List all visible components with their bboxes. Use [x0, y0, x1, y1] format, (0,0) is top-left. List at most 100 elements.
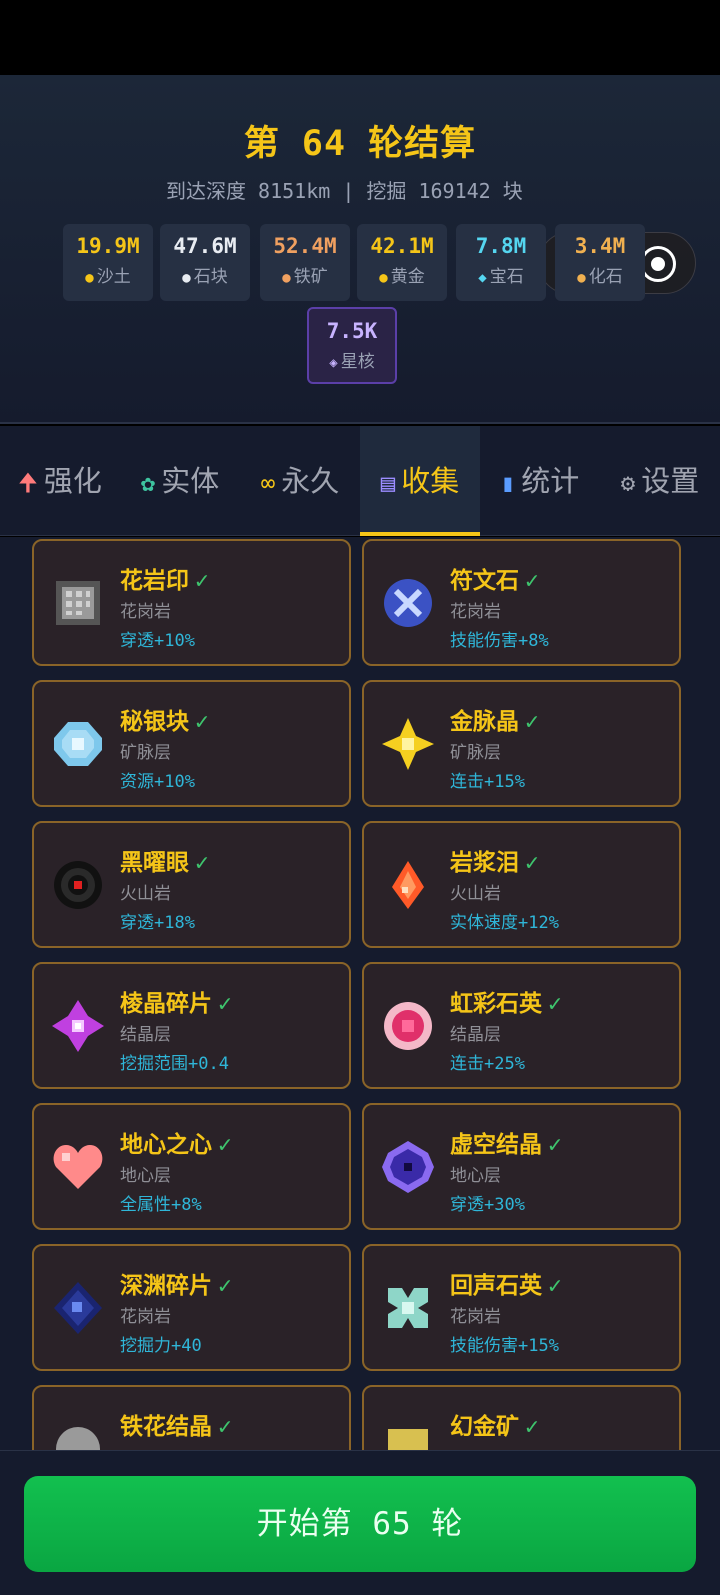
collection-layer: 火山岩	[120, 884, 171, 904]
collected-check-icon: ✓	[218, 1414, 232, 1440]
collection-name: 符文石 ✓	[450, 561, 539, 595]
sand-icon: ●	[85, 270, 94, 286]
resource-label-text: 铁矿	[293, 267, 328, 287]
collected-check-icon: ✓	[195, 709, 209, 735]
list-icon: ▤	[380, 469, 396, 497]
collection-layer: 矿脉层	[450, 743, 501, 763]
stone-icon: ●	[182, 270, 191, 286]
collection-card[interactable]: 虹彩石英 ✓ 结晶层 连击+25%	[362, 962, 681, 1089]
collection-card[interactable]: 秘银块 ✓ 矿脉层 资源+10%	[32, 680, 351, 807]
rune-stone-icon	[380, 575, 436, 631]
collection-bonus: 技能伤害+8%	[450, 631, 549, 651]
tab-label: 统计	[521, 464, 580, 498]
collection-bonus: 穿透+10%	[120, 631, 195, 651]
collection-card[interactable]: 铁花结晶 ✓	[32, 1385, 351, 1450]
resource-sand: 19.9M ● 沙土	[63, 224, 153, 301]
collection-name: 棱晶碎片 ✓	[120, 984, 232, 1018]
start-next-round-button[interactable]: 开始第 65 轮	[24, 1476, 696, 1572]
collection-bonus: 穿透+18%	[120, 913, 195, 933]
page-title: 第 64 轮结算	[243, 124, 477, 164]
collected-check-icon: ✓	[525, 709, 539, 735]
collection-layer: 地心层	[450, 1166, 501, 1186]
status-bar	[0, 0, 720, 75]
collection-bonus: 全属性+8%	[120, 1195, 202, 1215]
resource-value: 42.1M	[370, 234, 434, 258]
resource-label: ● 沙土	[63, 262, 153, 287]
collection-card[interactable]: 幻金矿 ✓	[362, 1385, 681, 1450]
collection-name-text: 幻金矿	[450, 1414, 519, 1440]
collection-list[interactable]: 花岩印 ✓ 花岗岩 穿透+10% 符文石 ✓ 花岗岩 技能伤害+8% 秘银块 ✓ 矿脉层 资源+10%…	[0, 537, 720, 1450]
collected-check-icon: ✓	[218, 991, 232, 1017]
collection-name: 岩浆泪 ✓	[450, 843, 539, 877]
collection-name-text: 铁花结晶	[120, 1414, 212, 1440]
resource-label-text: 化石	[588, 267, 623, 287]
collection-card[interactable]: 黑曜眼 ✓ 火山岩 穿透+18%	[32, 821, 351, 948]
void-crystal-icon	[380, 1139, 436, 1195]
collection-name-text: 棱晶碎片	[120, 991, 212, 1017]
collection-name: 花岩印 ✓	[120, 561, 209, 595]
collection-name-text: 岩浆泪	[450, 850, 519, 876]
infinity-icon: ∞	[260, 469, 276, 497]
collection-name-text: 符文石	[450, 568, 519, 594]
collection-layer: 火山岩	[450, 884, 501, 904]
fossil-icon: ●	[577, 270, 586, 286]
tab-settings[interactable]: ⚙ 设置	[600, 426, 720, 536]
tab-label: 设置	[641, 464, 700, 498]
collected-check-icon: ✓	[548, 991, 562, 1017]
resource-value: 52.4M	[273, 234, 337, 258]
collection-layer: 花岗岩	[450, 602, 501, 622]
collection-name: 地心之心 ✓	[120, 1125, 232, 1159]
collection-card[interactable]: 虚空结晶 ✓ 地心层 穿透+30%	[362, 1103, 681, 1230]
tab-arrow-up[interactable]: 🠉 强化	[0, 426, 120, 536]
tab-gear-green[interactable]: ✿ 实体	[120, 426, 240, 536]
collection-card[interactable]: 金脉晶 ✓ 矿脉层连击+15%	[362, 680, 681, 807]
collection-bonus: 连击+25%	[450, 1054, 525, 1074]
phantom-gold-ore-icon	[380, 1421, 436, 1450]
resource-label-text: 沙土	[96, 267, 131, 287]
collected-check-icon: ✓	[525, 1414, 539, 1440]
resource-label: ● 铁矿	[260, 262, 350, 287]
resource-gem: 7.8M ◆ 宝石	[456, 224, 546, 301]
collection-card[interactable]: 岩浆泪 ✓ 火山岩 实体速度+12%	[362, 821, 681, 948]
collected-check-icon: ✓	[218, 1273, 232, 1299]
collection-layer: 花岗岩	[120, 602, 171, 622]
iron-flower-crystal-icon	[50, 1421, 106, 1450]
collection-card[interactable]: 深渊碎片 ✓ 花岗岩 挖掘力+40	[32, 1244, 351, 1371]
collection-card[interactable]: 花岩印 ✓ 花岗岩穿透+10%	[32, 539, 351, 666]
collection-card[interactable]: 符文石 ✓ 花岗岩技能伤害+8%	[362, 539, 681, 666]
collected-check-icon: ✓	[548, 1273, 562, 1299]
resource-value: 7.5K	[326, 319, 378, 343]
collection-card[interactable]: 棱晶碎片 ✓ 结晶层 挖掘范围+0.4	[32, 962, 351, 1089]
resource-star-core: 7.5K ◈ 星核	[307, 307, 397, 384]
iron-ore-icon: ●	[282, 270, 291, 286]
collected-check-icon: ✓	[218, 1132, 232, 1158]
collection-name-text: 金脉晶	[450, 709, 519, 735]
close-target-icon[interactable]	[640, 246, 676, 282]
collection-card[interactable]: 回声石英 ✓ 花岗岩 技能伤害+15%	[362, 1244, 681, 1371]
depth-summary: 到达深度 8151km | 挖掘 169142 块	[166, 179, 523, 203]
prism-shard-icon	[50, 998, 106, 1054]
iridescent-quartz-icon	[380, 998, 436, 1054]
bar-chart-icon: ▮	[500, 469, 516, 497]
gold-icon: ●	[379, 270, 388, 286]
abyss-shard-icon	[50, 1280, 106, 1336]
tab-infinity[interactable]: ∞ 永久	[240, 426, 360, 536]
resource-label-text: 宝石	[489, 267, 524, 287]
settings-icon: ⚙	[620, 469, 636, 497]
tab-bar-chart[interactable]: ▮ 统计	[480, 426, 600, 536]
collection-bonus: 连击+15%	[450, 772, 525, 792]
resource-gold: 42.1M ● 黄金	[357, 224, 447, 301]
tab-label: 永久	[281, 464, 340, 498]
tab-label: 强化	[43, 464, 102, 498]
resource-label: ● 黄金	[357, 262, 447, 287]
resource-label-text: 星核	[340, 352, 375, 372]
resource-label: ● 化石	[555, 262, 645, 287]
gem-icon: ◆	[478, 270, 487, 286]
star-core-icon: ◈	[329, 355, 338, 371]
collected-check-icon: ✓	[195, 850, 209, 876]
collection-name-text: 秘银块	[120, 709, 189, 735]
collection-name-text: 虚空结晶	[450, 1132, 542, 1158]
tab-list[interactable]: ▤ 收集	[360, 426, 480, 536]
collection-name-text: 虹彩石英	[450, 991, 542, 1017]
collection-card[interactable]: 地心之心 ✓ 地心层 全属性+8%	[32, 1103, 351, 1230]
